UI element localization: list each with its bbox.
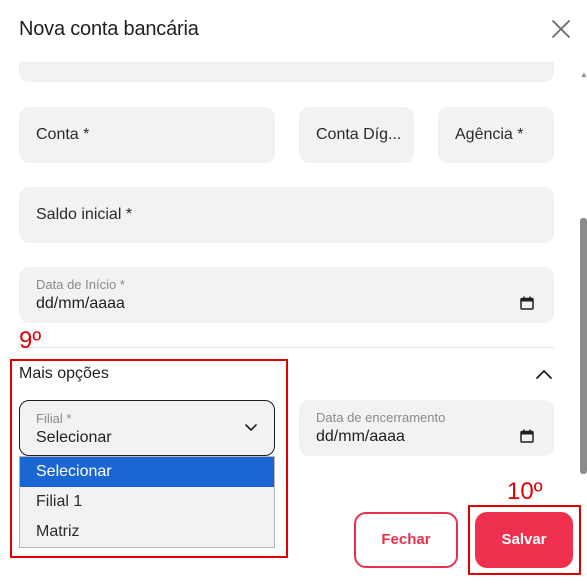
agencia-field[interactable]: Agência *	[438, 107, 554, 163]
section-divider	[19, 347, 554, 348]
calendar-icon[interactable]	[520, 429, 534, 443]
salvar-button[interactable]: Salvar	[475, 512, 573, 568]
modal-title: Nova conta bancária	[19, 18, 199, 40]
saldo-inicial-field[interactable]: Saldo inicial *	[19, 187, 554, 243]
modal-header: Nova conta bancária	[0, 0, 587, 62]
agencia-label: Agência *	[455, 126, 524, 143]
data-inicio-field[interactable]: Data de Início * dd/mm/aaaa	[19, 267, 554, 323]
scroll-up-arrow-icon[interactable]: ▲	[580, 70, 587, 79]
conta-digito-label: Conta Díg...	[316, 126, 402, 143]
data-encerramento-value: dd/mm/aaaa	[316, 428, 405, 445]
data-inicio-label: Data de Início *	[36, 277, 125, 292]
fechar-button[interactable]: Fechar	[354, 512, 458, 568]
saldo-inicial-label: Saldo inicial *	[36, 206, 133, 223]
annotation-step-10: 10º	[507, 478, 543, 505]
data-encerramento-label: Data de encerramento	[316, 410, 446, 425]
scrollbar-thumb[interactable]	[580, 218, 587, 474]
chevron-up-icon[interactable]	[534, 366, 554, 382]
data-inicio-value: dd/mm/aaaa	[36, 295, 125, 312]
annotation-box-9	[10, 359, 288, 558]
conta-digito-field[interactable]: Conta Díg...	[299, 107, 414, 163]
close-icon[interactable]	[549, 17, 573, 41]
conta-field[interactable]: Conta *	[19, 107, 275, 163]
calendar-icon[interactable]	[520, 296, 534, 310]
data-encerramento-field[interactable]: Data de encerramento dd/mm/aaaa	[299, 400, 554, 456]
annotation-step-9: 9º	[19, 327, 42, 354]
conta-label: Conta *	[36, 126, 90, 143]
